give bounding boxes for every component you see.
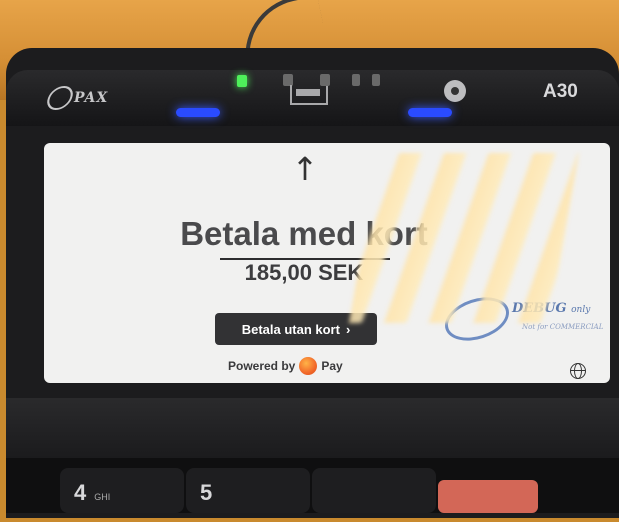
globe-icon[interactable] (570, 363, 586, 379)
powered-by: Powered by Pay (228, 357, 343, 375)
key[interactable] (312, 468, 436, 513)
pay-without-card-label: Betala utan kort (241, 321, 340, 337)
up-arrow-icon: ↑ (291, 150, 319, 188)
terminal-bottom-bezel (6, 398, 619, 458)
powered-by-brand: Pay (321, 359, 343, 373)
contactless-led-right (408, 108, 452, 117)
key-4[interactable]: 4 GHI (60, 468, 184, 513)
key-5-label: 5 (200, 480, 213, 505)
status-led (372, 74, 380, 86)
pay-logo-icon (299, 357, 318, 375)
contactless-led-left (176, 108, 220, 117)
brand-logo-mark (43, 86, 77, 110)
brand-logo: PAX (43, 86, 109, 110)
terminal-screen: ↑ Betala med kort 185,00 SEK Betala utan… (44, 143, 610, 383)
status-led (320, 74, 330, 86)
key-4-sublabel: GHI (94, 492, 111, 502)
card-slot-icon (290, 85, 328, 105)
key-4-label: 4 (74, 480, 87, 505)
key-5[interactable]: 5 (186, 468, 310, 513)
powered-by-label: Powered by (228, 359, 296, 373)
camera-icon (444, 80, 466, 102)
brand-name: PAX (74, 90, 109, 106)
model-label: A30 (543, 81, 578, 102)
status-led-green (237, 75, 247, 87)
debug-sub-label: Not for COMMERCIAL (522, 323, 604, 331)
status-led (352, 74, 360, 86)
debug-suffix: only (571, 305, 591, 315)
cancel-key[interactable] (438, 480, 538, 513)
chevron-right-icon: › (345, 321, 351, 337)
screen-glare (349, 153, 579, 323)
